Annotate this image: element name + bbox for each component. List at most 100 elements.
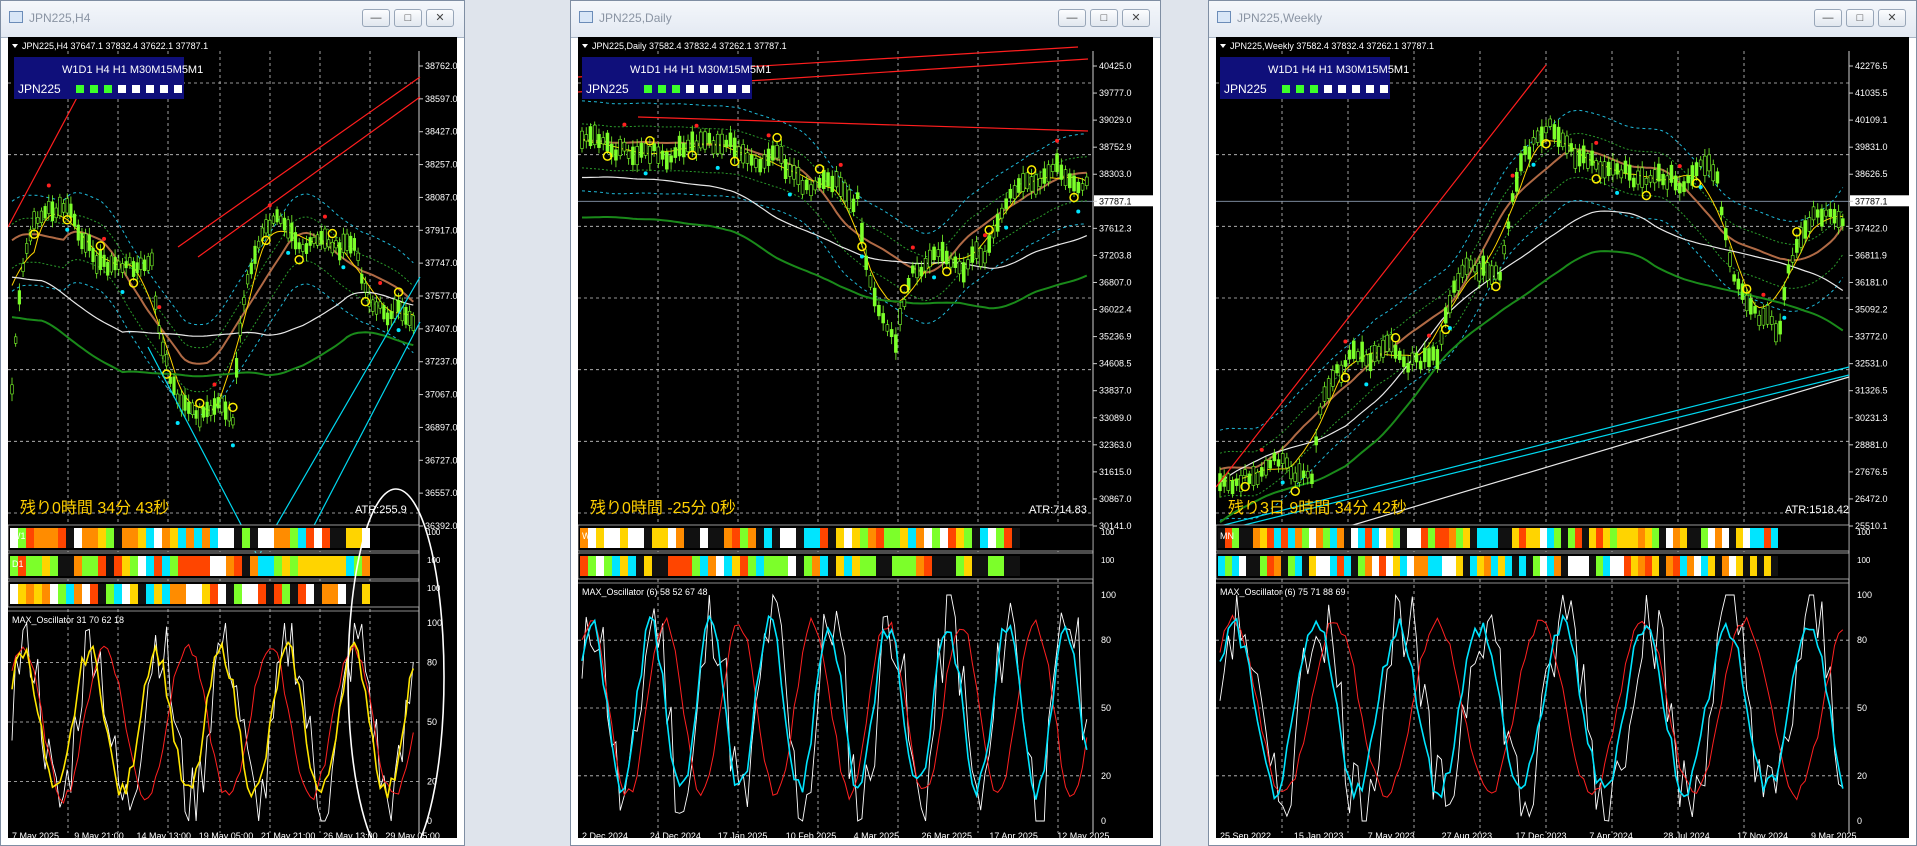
candle: [1590, 150, 1594, 166]
signal-bar-cell: [1757, 528, 1764, 548]
signal-bar-cell: [178, 584, 186, 604]
candle: [1473, 265, 1477, 273]
candle: [796, 167, 801, 185]
mtf-signal-square: [174, 85, 182, 93]
signal-bar-cell: [1512, 556, 1519, 576]
signal-bar-cell: [668, 528, 676, 548]
signal-bar-cell: [282, 584, 290, 604]
candle: [1435, 349, 1440, 369]
signal-bar-cell: [66, 556, 74, 576]
candle: [323, 228, 327, 249]
chart-canvas[interactable]: JPN225,H4 37647.1 37832.4 37622.1 37787.…: [7, 32, 459, 845]
moving-average-long: [11, 276, 414, 337]
candle: [758, 158, 762, 173]
chart-collapse-icon: [12, 44, 18, 48]
signal-bar-cell: [668, 556, 676, 576]
candle: [1673, 175, 1678, 191]
signal-bar-cell: [684, 528, 692, 548]
candle: [1774, 323, 1778, 343]
candle: [1728, 252, 1732, 267]
oscillator-label: MAX_Oscillator 31 70 62 18: [12, 615, 124, 625]
signal-bar-cell: [90, 528, 98, 548]
candle: [953, 256, 958, 268]
chart-canvas[interactable]: JPN225,Daily 37582.4 37832.4 37262.1 377…: [577, 37, 1155, 841]
close-button[interactable]: ✕: [1878, 9, 1906, 27]
low-dot: [1004, 225, 1009, 230]
high-dot: [102, 236, 107, 241]
price-label: 38597.0: [425, 94, 458, 104]
high-dot: [1427, 333, 1431, 338]
signal-bar-cell: [138, 584, 146, 604]
signal-bar-cell: [1295, 556, 1302, 576]
signal-bar-cell: [322, 584, 330, 604]
low-dot: [787, 192, 792, 197]
chart-window-daily[interactable]: JPN225,Daily — □ ✕ JPN225,Daily 37582.4 …: [570, 0, 1161, 846]
minimize-button[interactable]: —: [1058, 9, 1086, 27]
window-titlebar[interactable]: JPN225,H4 — □ ✕: [1, 1, 464, 38]
signal-bar-cell: [162, 556, 170, 576]
signal-bar-cell: [106, 528, 114, 548]
signal-bar-cell: [18, 584, 26, 604]
signal-bar-cell: [1673, 556, 1680, 576]
signal-bar-cell: [924, 528, 932, 548]
candle: [1586, 153, 1590, 169]
close-button[interactable]: ✕: [426, 9, 454, 27]
signal-bar-cell: [916, 528, 924, 548]
signal-bar-cell: [756, 528, 764, 548]
candle: [1489, 265, 1494, 285]
maximize-button[interactable]: □: [394, 9, 422, 27]
window-titlebar[interactable]: JPN225,Daily — □ ✕: [571, 1, 1160, 38]
bar-countdown: 残り3日 9時間 34分 42秒: [1228, 499, 1407, 517]
signal-bar-cell: [242, 556, 250, 576]
candle: [304, 243, 309, 254]
candle: [109, 255, 113, 273]
close-button[interactable]: ✕: [1122, 9, 1150, 27]
signal-bar-cell: [218, 584, 226, 604]
signal-bar-cell: [330, 584, 338, 604]
signal-bar-cell: [146, 556, 154, 576]
low-dot: [175, 420, 180, 425]
candle: [936, 249, 941, 258]
candle: [1732, 274, 1736, 282]
mtf-signal-square: [132, 85, 140, 93]
price-label: 38427.0: [425, 127, 458, 137]
chart-area[interactable]: JPN225,Weekly 37582.4 37832.4 37262.1 37…: [1215, 37, 1911, 841]
signal-bar-cell: [1519, 528, 1526, 548]
price-label: 40425.0: [1099, 61, 1132, 71]
candle: [1364, 354, 1369, 367]
inner-band: [11, 215, 414, 349]
signal-bar-cell: [1610, 556, 1617, 576]
signal-bar-cell: [306, 528, 314, 548]
signal-bar-cell: [660, 528, 668, 548]
candle: [1761, 307, 1766, 326]
signal-bar-cell: [1638, 556, 1645, 576]
maximize-button[interactable]: □: [1846, 9, 1874, 27]
minimize-button[interactable]: —: [362, 9, 390, 27]
candle: [1652, 169, 1657, 184]
signal-bar-cell: [1715, 528, 1722, 548]
signal-bar-cell: [884, 528, 892, 548]
candle: [161, 341, 165, 357]
candle: [1034, 174, 1038, 195]
chart-window-h4[interactable]: JPN225,H4 — □ ✕ JPN225,H4 37647.1 37832.…: [0, 0, 465, 846]
candle: [605, 132, 610, 152]
bar-scale: 100: [427, 528, 441, 537]
chart-area[interactable]: JPN225,H4 37647.1 37832.4 37622.1 37787.…: [7, 32, 459, 845]
mtf-signal-square: [1352, 85, 1360, 93]
maximize-button[interactable]: □: [1090, 9, 1118, 27]
signal-bar-cell: [1428, 556, 1435, 576]
price-label: 37612.3: [1099, 223, 1132, 233]
candle: [1372, 345, 1377, 363]
candle: [1059, 164, 1064, 180]
chart-area[interactable]: JPN225,Daily 37582.4 37832.4 37262.1 377…: [577, 37, 1155, 841]
chart-window-weekly[interactable]: JPN225,Weekly — □ ✕ JPN225,Weekly 37582.…: [1208, 0, 1917, 846]
price-label: 30231.3: [1855, 413, 1888, 423]
candle: [10, 384, 14, 395]
window-titlebar[interactable]: JPN225,Weekly — □ ✕: [1209, 1, 1916, 38]
chart-canvas[interactable]: JPN225,Weekly 37582.4 37832.4 37262.1 37…: [1215, 37, 1911, 841]
signal-bar-cell: [26, 556, 34, 576]
candle: [165, 353, 169, 367]
signal-bar-cell: [122, 528, 130, 548]
signal-bar-cell: [700, 528, 708, 548]
minimize-button[interactable]: —: [1814, 9, 1842, 27]
